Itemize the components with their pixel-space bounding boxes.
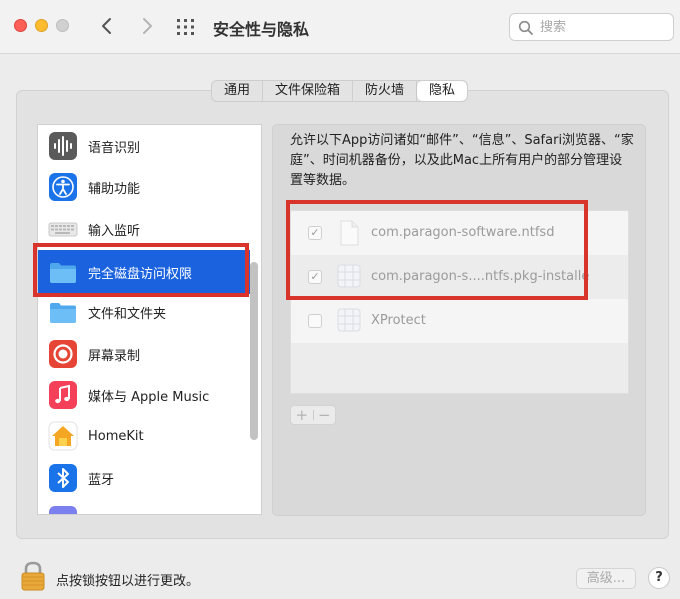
app-checkbox[interactable]: ✓: [308, 270, 322, 284]
home-icon: [48, 421, 78, 451]
sidebar-item-bluetooth[interactable]: 蓝牙: [38, 457, 250, 499]
sidebar-item-label: 媒体与 Apple Music: [88, 389, 210, 405]
screen-record-icon: [49, 340, 77, 368]
chevron-right-icon: [143, 18, 152, 34]
sidebar-item-media-apple-music[interactable]: 媒体与 Apple Music: [38, 374, 250, 416]
search-field[interactable]: [509, 13, 674, 41]
back-button[interactable]: [96, 14, 118, 38]
sidebar-item-accessibility[interactable]: 辅助功能: [38, 166, 250, 208]
sidebar-item-label: 辅助功能: [88, 181, 141, 197]
table-row[interactable]: ✓ com.paragon-software.ntfsd: [291, 211, 628, 255]
sidebar-item-label: 输入监听: [88, 223, 141, 239]
tab-general[interactable]: 通用: [212, 81, 264, 101]
lock-hint-text: 点按锁按钮以进行更改。: [56, 574, 200, 589]
bluetooth-icon: [49, 464, 77, 492]
table-row[interactable]: ✓ com.paragon-s....ntfs.pkg-installe: [291, 255, 628, 299]
sidebar-item-label: 语音识别: [88, 140, 141, 156]
sidebar-item-partial[interactable]: [38, 499, 250, 514]
sidebar-item-label: 文件和文件夹: [88, 306, 167, 322]
sidebar-item-label: 蓝牙: [88, 472, 115, 488]
music-icon: [49, 381, 77, 409]
app-name: com.paragon-s....ntfs.pkg-installe: [371, 269, 590, 284]
sidebar-item-homekit[interactable]: HomeKit: [38, 415, 250, 457]
close-window-button[interactable]: [14, 19, 27, 32]
folder-icon: [50, 263, 76, 283]
sidebar-item-label: 屏幕录制: [88, 348, 141, 364]
sidebar-item-label: HomeKit: [88, 428, 144, 444]
app-list[interactable]: ✓ com.paragon-software.ntfsd ✓ com.parag…: [290, 210, 629, 394]
remove-app-button[interactable]: −: [314, 406, 336, 424]
grid-icon: [177, 19, 194, 35]
tab-privacy[interactable]: 隐私: [417, 81, 468, 101]
list-scrollbar[interactable]: [250, 262, 258, 440]
tab-firewall[interactable]: 防火墙: [353, 81, 418, 101]
app-name: com.paragon-software.ntfsd: [371, 225, 555, 240]
show-all-button[interactable]: [176, 18, 196, 36]
toolbar: 安全性与隐私: [0, 0, 680, 54]
folder-icon: [50, 303, 76, 323]
forward-button[interactable]: [136, 14, 158, 38]
window-title: 安全性与隐私: [213, 20, 310, 39]
zoom-window-button[interactable]: [56, 19, 69, 32]
app-grid-icon: [337, 264, 361, 288]
lock-icon[interactable]: [20, 561, 46, 591]
sidebar-item-label: 完全磁盘访问权限: [88, 266, 193, 282]
sidebar-item-files-and-folders[interactable]: 文件和文件夹: [38, 291, 250, 333]
tab-bar: 通用 文件保险箱 防火墙 隐私: [211, 80, 469, 102]
sidebar-item-full-disk-access[interactable]: 完全磁盘访问权限: [38, 250, 250, 294]
accessibility-icon: [49, 173, 77, 201]
app-checkbox[interactable]: [308, 314, 322, 328]
help-button[interactable]: ?: [648, 567, 670, 589]
app-grid-icon: [337, 308, 361, 332]
advanced-button[interactable]: 高级...: [576, 568, 636, 589]
app-icon: [49, 506, 77, 514]
search-input[interactable]: [540, 18, 668, 36]
sidebar-item-screen-recording[interactable]: 屏幕录制: [38, 333, 250, 375]
tab-filevault[interactable]: 文件保险箱: [263, 81, 354, 101]
waveform-icon: [49, 132, 77, 160]
chevron-left-icon: [102, 18, 111, 34]
table-row[interactable]: XProtect: [291, 299, 628, 343]
app-name: XProtect: [371, 313, 426, 328]
permission-description: 允许以下App访问诸如“邮件”、“信息”、Safari浏览器、“家庭”、时间机器…: [290, 133, 634, 188]
table-row-empty: [291, 343, 628, 393]
minimize-window-button[interactable]: [35, 19, 48, 32]
add-app-button[interactable]: +: [291, 406, 313, 424]
privacy-category-list[interactable]: 语音识别 辅助功能 输入监听 完全磁盘访问权限 文件和文件夹 屏幕录制 媒体与 …: [37, 124, 262, 515]
document-icon: [340, 220, 359, 246]
sidebar-item-speech-recognition[interactable]: 语音识别: [38, 125, 250, 167]
keyboard-icon: [48, 222, 78, 237]
search-icon: [518, 20, 533, 35]
sidebar-item-input-monitoring[interactable]: 输入监听: [38, 208, 250, 250]
add-remove-control: + −: [290, 405, 336, 425]
app-checkbox[interactable]: ✓: [308, 226, 322, 240]
